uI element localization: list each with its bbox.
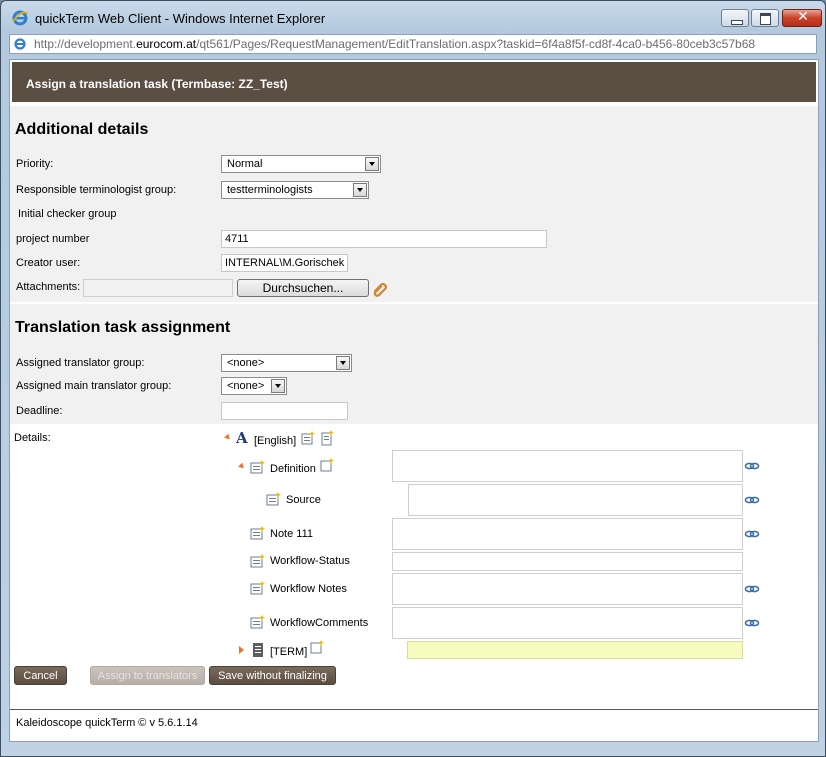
field-note-label: Note 111: [270, 528, 314, 540]
translator-group-value: <none>: [227, 357, 265, 369]
url-prefix: http://development.: [34, 37, 137, 51]
footer-divider: [10, 709, 818, 710]
field-definition-label: Definition: [270, 463, 316, 475]
minimize-icon: [731, 20, 743, 25]
save-without-finalizing-button[interactable]: Save without finalizing: [209, 666, 336, 685]
field-source-label: Source: [286, 494, 321, 506]
creator-user-field: INTERNAL\M.Gorischek: [221, 254, 348, 272]
term-icon: [253, 643, 263, 657]
creator-user-label: Creator user:: [16, 257, 81, 269]
assignment-heading: Translation task assignment: [15, 319, 231, 336]
note-input[interactable]: [392, 518, 743, 550]
field-edit-icon[interactable]: [250, 614, 266, 630]
maximize-button[interactable]: [751, 9, 779, 27]
expand-arrow-icon[interactable]: [224, 433, 232, 442]
project-number-value: 4711: [225, 233, 249, 245]
project-number-input[interactable]: 4711: [221, 230, 547, 248]
checker-group-label: Initial checker group: [18, 208, 117, 220]
field-edit-icon[interactable]: [250, 525, 266, 541]
close-button[interactable]: ✕: [782, 9, 822, 27]
expand-arrow-icon[interactable]: [238, 462, 246, 471]
responsible-group-value: testterminologists: [227, 184, 313, 196]
dialog-header: Assign a translation task (Termbase: ZZ_…: [12, 62, 816, 102]
add-field-icon[interactable]: [309, 639, 325, 655]
ie-logo-icon: [12, 10, 29, 26]
link-icon[interactable]: [744, 458, 760, 474]
priority-select[interactable]: Normal: [221, 155, 381, 173]
main-translator-group-select[interactable]: <none>: [221, 377, 287, 395]
creator-user-value: INTERNAL\M.Gorischek: [225, 257, 345, 269]
responsible-group-select[interactable]: testterminologists: [221, 181, 369, 199]
attachment-file-input[interactable]: [83, 279, 233, 297]
close-icon: ✕: [797, 9, 809, 25]
page-content: Assign a translation task (Termbase: ZZ_…: [9, 59, 819, 742]
maximize-icon: [760, 13, 771, 25]
address-bar[interactable]: http://development.eurocom.at/qt561/Page…: [9, 34, 817, 54]
minimize-button[interactable]: [721, 9, 749, 27]
priority-value: Normal: [227, 158, 263, 170]
chevron-down-icon[interactable]: [353, 183, 367, 197]
window-title: quickTerm Web Client - Windows Internet …: [35, 11, 326, 26]
deadline-label: Deadline:: [16, 405, 63, 417]
title-bar[interactable]: quickTerm Web Client - Windows Internet …: [1, 1, 825, 33]
workflow-status-input[interactable]: [392, 552, 743, 571]
url-text: http://development.eurocom.at/qt561/Page…: [34, 37, 755, 51]
footer-version: Kaleidoscope quickTerm © v 5.6.1.14: [16, 717, 198, 729]
field-edit-icon[interactable]: [250, 580, 266, 596]
field-workflow-status-label: Workflow-Status: [270, 555, 350, 567]
collapse-arrow-icon[interactable]: [239, 646, 244, 654]
url-path: /qt561/Pages/RequestManagement/EditTrans…: [196, 37, 756, 51]
browse-button[interactable]: Durchsuchen...: [237, 279, 369, 297]
add-entry-icon[interactable]: [300, 430, 316, 446]
deadline-input[interactable]: [221, 402, 348, 420]
source-input[interactable]: [408, 484, 743, 516]
chevron-down-icon[interactable]: [271, 379, 285, 393]
link-icon[interactable]: [744, 526, 760, 542]
term-label: [TERM]: [270, 646, 308, 658]
project-number-label: project number: [16, 233, 90, 245]
chevron-down-icon[interactable]: [336, 356, 350, 370]
language-icon: A: [236, 429, 248, 447]
additional-details-heading: Additional details: [15, 121, 149, 138]
link-icon[interactable]: [744, 492, 760, 508]
link-icon[interactable]: [744, 615, 760, 631]
dialog-title: Assign a translation task (Termbase: ZZ_…: [26, 77, 288, 91]
chevron-down-icon[interactable]: [365, 157, 379, 171]
field-workflow-notes-label: Workflow Notes: [270, 583, 347, 595]
assign-to-translators-button[interactable]: Assign to translators: [90, 666, 205, 685]
add-field-icon[interactable]: [319, 457, 335, 473]
paperclip-icon[interactable]: [372, 281, 388, 297]
browser-window: quickTerm Web Client - Windows Internet …: [0, 0, 826, 757]
attachments-label: Attachments:: [16, 281, 81, 293]
definition-input[interactable]: [392, 450, 743, 482]
details-label: Details:: [14, 432, 51, 444]
main-translator-group-value: <none>: [227, 380, 265, 392]
field-workflow-comments-label: WorkflowComments: [270, 617, 369, 629]
cancel-button[interactable]: Cancel: [14, 666, 67, 685]
translator-group-label: Assigned translator group:: [16, 357, 145, 369]
responsible-group-label: Responsible terminologist group:: [16, 184, 177, 196]
url-domain: eurocom.at: [136, 37, 197, 51]
language-label: [English]: [254, 435, 297, 447]
field-edit-icon[interactable]: [250, 459, 266, 475]
ie-page-icon: [14, 38, 26, 50]
workflow-comments-input[interactable]: [392, 607, 743, 639]
term-input[interactable]: [407, 641, 743, 659]
main-translator-group-label: Assigned main translator group:: [16, 380, 172, 392]
field-edit-icon[interactable]: [250, 553, 266, 569]
add-note-icon[interactable]: [319, 430, 335, 446]
priority-label: Priority:: [16, 158, 54, 170]
workflow-notes-input[interactable]: [392, 573, 743, 605]
field-edit-icon[interactable]: [266, 491, 282, 507]
link-icon[interactable]: [744, 581, 760, 597]
translator-group-select[interactable]: <none>: [221, 354, 352, 372]
